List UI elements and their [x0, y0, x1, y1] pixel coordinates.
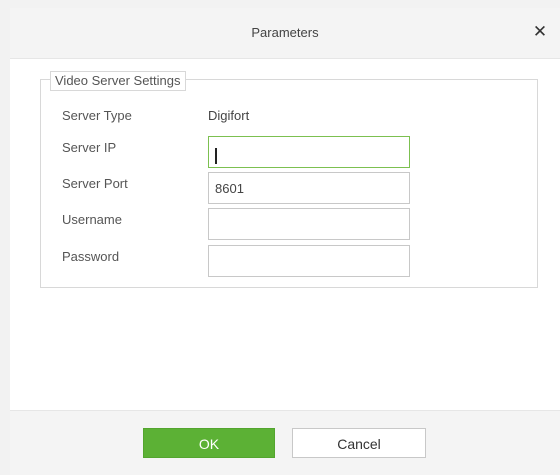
server-type-label: Server Type	[62, 108, 132, 123]
cancel-button[interactable]: Cancel	[292, 428, 426, 458]
close-icon[interactable]: ✕	[530, 22, 550, 42]
password-input[interactable]	[208, 245, 410, 277]
server-type-value: Digifort	[208, 108, 250, 123]
username-label: Username	[62, 212, 122, 227]
server-port-label: Server Port	[62, 176, 128, 191]
server-port-input[interactable]	[208, 172, 410, 204]
username-input[interactable]	[208, 208, 410, 240]
video-server-settings-legend: Video Server Settings	[50, 71, 186, 91]
server-ip-label: Server IP	[62, 140, 117, 155]
dialog-footer	[10, 410, 560, 475]
dialog-titlebar: Parameters ✕	[10, 8, 560, 59]
server-ip-input[interactable]	[208, 136, 410, 168]
text-caret	[215, 148, 217, 164]
parameters-dialog: Parameters ✕ Video Server Settings Serve…	[10, 8, 560, 475]
password-label: Password	[62, 249, 120, 264]
ok-button[interactable]: OK	[143, 428, 275, 458]
dialog-title: Parameters	[251, 25, 319, 40]
